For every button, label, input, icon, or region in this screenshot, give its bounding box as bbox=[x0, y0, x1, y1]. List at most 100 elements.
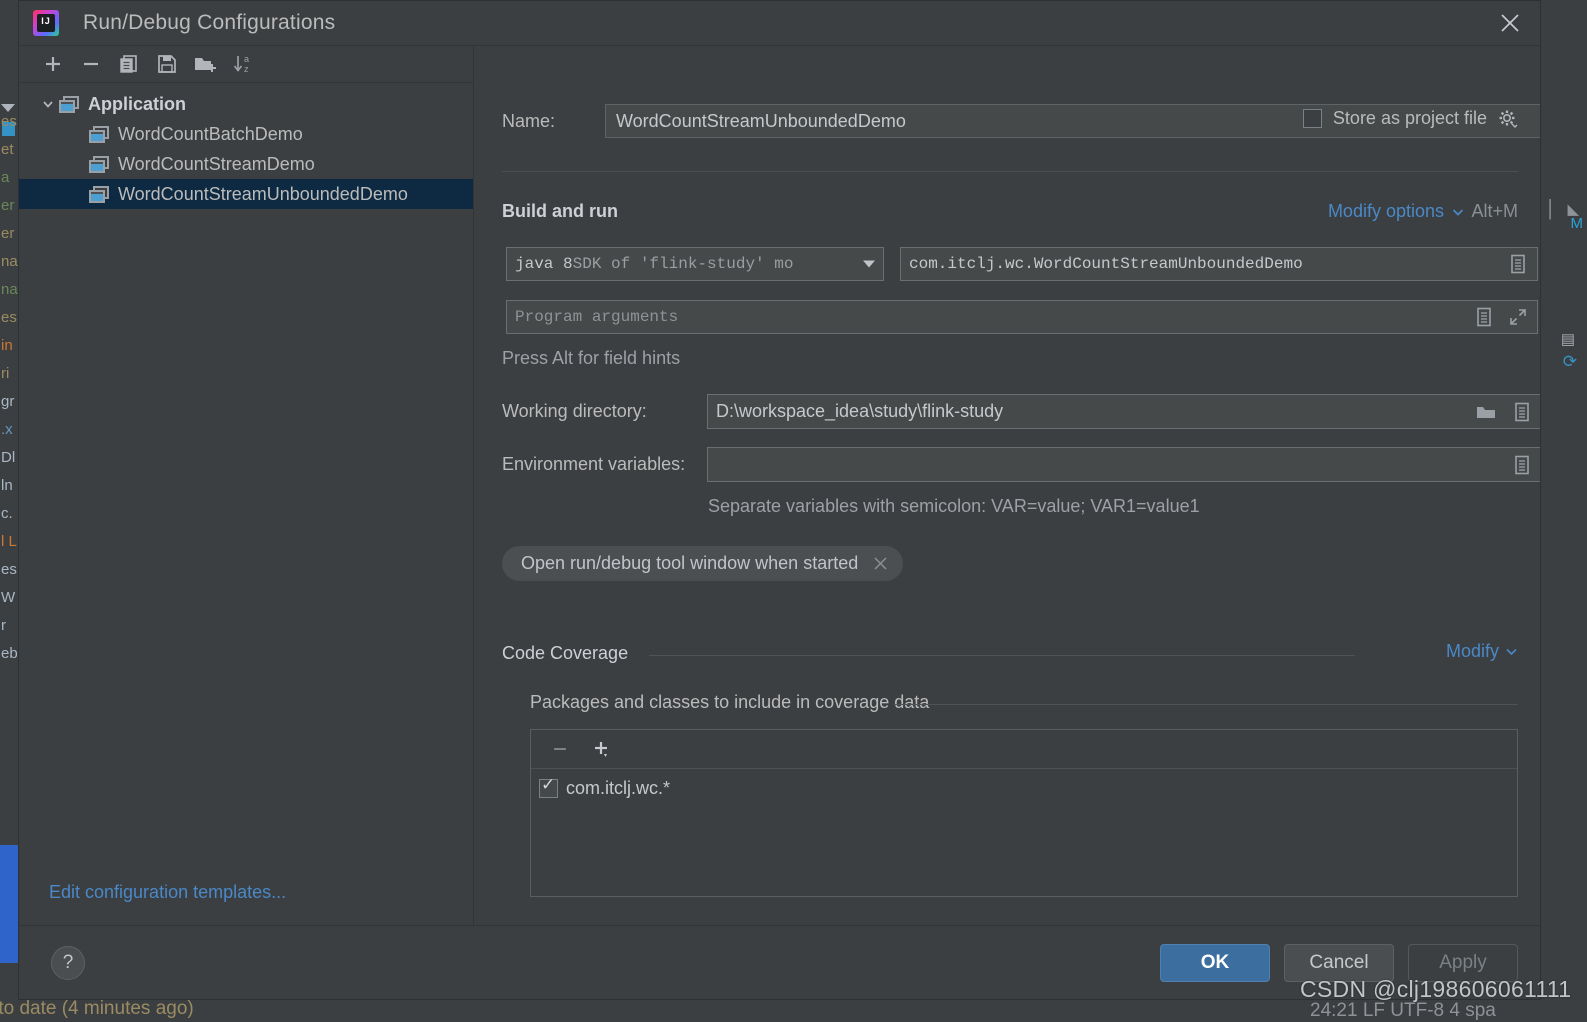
folder-icon[interactable] bbox=[1475, 401, 1497, 423]
sdk-and-mainclass-row: java 8 SDK of 'flink-study' mo com.itclj… bbox=[506, 247, 1538, 281]
chevron-down-icon[interactable] bbox=[37, 97, 59, 111]
dialog-title: Run/Debug Configurations bbox=[83, 11, 335, 35]
environment-variables-input[interactable] bbox=[707, 447, 1540, 482]
tree-item-label: WordCountStreamUnboundedDemo bbox=[118, 184, 408, 205]
option-chip-label: Open run/debug tool window when started bbox=[521, 553, 858, 574]
coverage-pattern-checkbox[interactable] bbox=[539, 779, 558, 798]
background-sync-icon: ⟳ bbox=[1563, 352, 1577, 372]
program-arguments-input[interactable]: Program arguments bbox=[506, 300, 1538, 334]
modify-options-label: Modify options bbox=[1328, 201, 1444, 222]
apply-button[interactable]: Apply bbox=[1408, 944, 1518, 982]
run-debug-configurations-dialog: IJ Run/Debug Configurations bbox=[18, 0, 1541, 1000]
coverage-patterns-panel: com.itclj.wc.* bbox=[530, 729, 1518, 897]
application-config-icon bbox=[59, 96, 79, 113]
tree-group-label: Application bbox=[88, 94, 186, 115]
background-maven-label: M bbox=[1571, 215, 1584, 232]
tree-item-label: WordCountStreamDemo bbox=[118, 154, 315, 175]
code-coverage-modify-label: Modify bbox=[1446, 641, 1499, 662]
chevron-down-icon[interactable] bbox=[863, 261, 875, 268]
modify-options-link[interactable]: Modify options bbox=[1328, 201, 1465, 222]
application-config-icon bbox=[89, 156, 109, 173]
sdk-value-rest: SDK of 'flink-study' mo bbox=[573, 255, 794, 273]
packages-divider bbox=[894, 704, 1518, 705]
close-icon[interactable] bbox=[1480, 1, 1540, 45]
store-as-project-file-checkbox[interactable] bbox=[1303, 109, 1322, 128]
intellij-idea-logo-letters: IJ bbox=[33, 10, 59, 36]
working-directory-input[interactable]: D:\workspace_idea\study\flink-study bbox=[707, 394, 1540, 429]
store-as-project-file-group[interactable]: Store as project file bbox=[1303, 108, 1518, 129]
remove-pattern-button[interactable] bbox=[545, 735, 575, 763]
packages-to-include-title: Packages and classes to include in cover… bbox=[530, 692, 929, 713]
press-alt-hint: Press Alt for field hints bbox=[502, 348, 680, 369]
chevron-down-icon bbox=[1451, 205, 1465, 219]
program-arguments-placeholder: Program arguments bbox=[515, 308, 678, 326]
name-label: Name: bbox=[502, 111, 590, 132]
macros-icon[interactable] bbox=[1511, 401, 1533, 423]
name-section-divider bbox=[502, 171, 1518, 172]
background-database-icon: ▤ bbox=[1561, 330, 1575, 348]
code-coverage-modify-link[interactable]: Modify bbox=[1446, 641, 1518, 662]
svg-text:a: a bbox=[244, 54, 249, 64]
sort-configurations-button[interactable]: a z bbox=[225, 49, 260, 79]
configurations-tree: Application WordCountBatchDemo WordCount… bbox=[19, 83, 473, 925]
store-as-project-file-label: Store as project file bbox=[1333, 108, 1487, 129]
configurations-toolbar: a z bbox=[19, 46, 473, 83]
svg-text:z: z bbox=[244, 64, 249, 74]
macros-icon[interactable] bbox=[1511, 454, 1533, 476]
copy-configuration-button[interactable] bbox=[111, 49, 146, 79]
browse-class-icon[interactable] bbox=[1507, 253, 1529, 275]
cancel-button[interactable]: Cancel bbox=[1284, 944, 1394, 982]
tree-item-label: WordCountBatchDemo bbox=[118, 124, 303, 145]
code-coverage-title: Code Coverage bbox=[502, 643, 628, 664]
coverage-pattern-label: com.itclj.wc.* bbox=[566, 778, 670, 799]
tree-item-wordcountstreamdemo[interactable]: WordCountStreamDemo bbox=[19, 149, 473, 179]
configurations-pane: a z Application bbox=[19, 46, 474, 925]
add-configuration-button[interactable] bbox=[35, 49, 70, 79]
dialog-body: a z Application bbox=[19, 46, 1540, 925]
new-folder-button[interactable] bbox=[187, 49, 222, 79]
tree-group-application[interactable]: Application bbox=[19, 89, 473, 119]
close-icon[interactable] bbox=[872, 555, 889, 572]
background-status-right-text: 24:21 LF UTF-8 4 spa bbox=[1310, 1000, 1496, 1022]
background-selected-line bbox=[0, 845, 18, 963]
gear-icon[interactable] bbox=[1498, 109, 1518, 129]
environment-variables-label: Environment variables: bbox=[502, 454, 707, 475]
dialog-footer: ? OK Cancel Apply bbox=[19, 925, 1540, 999]
tree-item-wordcountstreamunboundeddemo[interactable]: WordCountStreamUnboundedDemo bbox=[19, 179, 473, 209]
dialog-titlebar: IJ Run/Debug Configurations bbox=[19, 1, 1540, 45]
background-status-left-text: -to date (4 minutes ago) bbox=[0, 998, 194, 1020]
configuration-editor-pane: Name: WordCountStreamUnboundedDemo Store… bbox=[474, 46, 1540, 925]
working-directory-label: Working directory: bbox=[502, 401, 707, 422]
intellij-idea-logo-icon: IJ bbox=[33, 10, 59, 36]
background-editor-text: esetaerernanaesinrigr.xDllnc.l LesWreb bbox=[0, 108, 18, 968]
main-class-value: com.itclj.wc.WordCountStreamUnboundedDem… bbox=[909, 255, 1303, 273]
footer-button-group: OK Cancel Apply bbox=[1160, 944, 1518, 982]
environment-variables-hint: Separate variables with semicolon: VAR=v… bbox=[708, 496, 1200, 517]
expand-editor-icon[interactable] bbox=[1507, 306, 1529, 328]
tree-item-wordcountbatchdemo[interactable]: WordCountBatchDemo bbox=[19, 119, 473, 149]
remove-configuration-button[interactable] bbox=[73, 49, 108, 79]
working-directory-value: D:\workspace_idea\study\flink-study bbox=[716, 401, 1003, 422]
coverage-patterns-toolbar bbox=[531, 730, 1517, 769]
application-config-icon bbox=[89, 186, 109, 203]
chevron-down-icon bbox=[1505, 645, 1518, 658]
working-directory-row: Working directory: D:\workspace_idea\stu… bbox=[502, 394, 1540, 429]
code-coverage-divider bbox=[649, 655, 1355, 656]
macros-icon[interactable] bbox=[1473, 306, 1495, 328]
application-config-icon bbox=[89, 126, 109, 143]
ok-button[interactable]: OK bbox=[1160, 944, 1270, 982]
edit-configuration-templates-link[interactable]: Edit configuration templates... bbox=[49, 882, 286, 903]
help-button[interactable]: ? bbox=[51, 946, 85, 980]
modify-options-shortcut: Alt+M bbox=[1471, 201, 1518, 222]
background-right-panel: ◣ M | ▤ ⟳ bbox=[1540, 0, 1587, 1020]
jre-select[interactable]: java 8 SDK of 'flink-study' mo bbox=[506, 247, 884, 281]
save-configuration-button[interactable] bbox=[149, 49, 184, 79]
option-chip-open-tool-window[interactable]: Open run/debug tool window when started bbox=[502, 546, 903, 581]
add-pattern-button[interactable] bbox=[587, 735, 617, 763]
environment-variables-row: Environment variables: bbox=[502, 447, 1540, 482]
main-class-input[interactable]: com.itclj.wc.WordCountStreamUnboundedDem… bbox=[900, 247, 1538, 281]
sdk-value-bold: java 8 bbox=[515, 255, 573, 273]
background-divider-icon: | bbox=[1547, 195, 1553, 221]
build-and-run-title: Build and run bbox=[502, 201, 618, 222]
coverage-pattern-row[interactable]: com.itclj.wc.* bbox=[531, 773, 1517, 803]
